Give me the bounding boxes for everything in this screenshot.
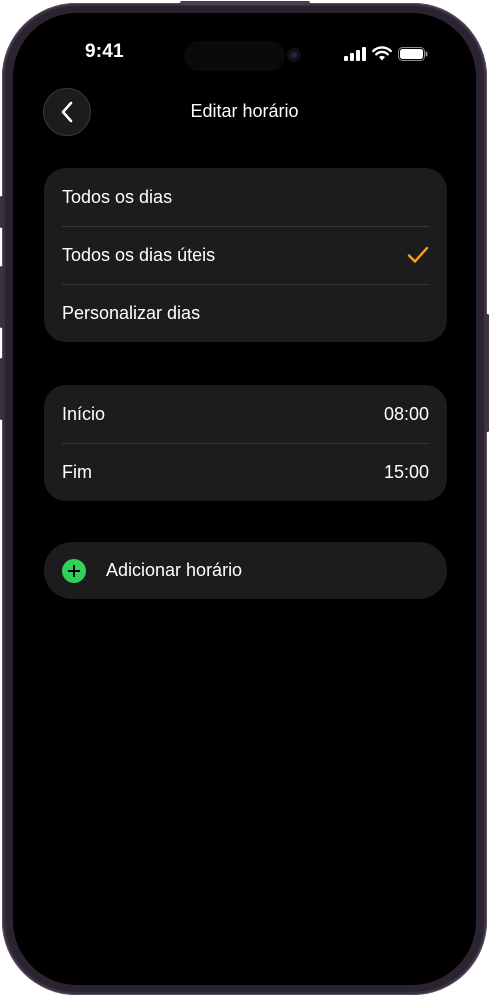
end-time-value[interactable]: 15:00 bbox=[384, 462, 429, 483]
battery-icon bbox=[398, 46, 428, 61]
schedule-group: Início 08:00 Fim 15:00 bbox=[44, 385, 447, 501]
option-weekdays[interactable]: Todos os dias úteis bbox=[44, 226, 447, 284]
end-time-row[interactable]: Fim 15:00 bbox=[44, 443, 447, 501]
volume-up-button bbox=[0, 266, 3, 328]
option-label: Personalizar dias bbox=[62, 302, 201, 323]
wifi-icon bbox=[372, 46, 392, 61]
checkmark-icon bbox=[407, 246, 429, 263]
start-time-value[interactable]: 08:00 bbox=[384, 404, 429, 425]
end-label: Fim bbox=[62, 461, 92, 482]
plus-circle-icon bbox=[62, 558, 86, 583]
front-camera-icon bbox=[287, 48, 301, 62]
volume-down-button bbox=[0, 358, 3, 420]
start-time-row[interactable]: Início 08:00 bbox=[44, 385, 447, 443]
option-every-day[interactable]: Todos os dias bbox=[44, 168, 447, 226]
status-time: 9:41 bbox=[85, 41, 124, 62]
option-label: Todos os dias úteis bbox=[62, 244, 216, 265]
screen: 9:41 Editar horário Todos os dias Todos … bbox=[13, 13, 476, 985]
dynamic-island bbox=[184, 41, 285, 71]
add-schedule-button[interactable]: Adicionar horário bbox=[44, 542, 447, 599]
page-title: Editar horário bbox=[190, 101, 299, 121]
cellular-signal-icon bbox=[344, 46, 366, 61]
status-icons bbox=[344, 46, 428, 61]
add-schedule-label: Adicionar horário bbox=[106, 560, 243, 580]
action-button bbox=[0, 196, 3, 228]
option-label: Todos os dias bbox=[62, 186, 173, 207]
repeat-options-group: Todos os dias Todos os dias úteis Person… bbox=[44, 168, 447, 342]
top-frame-highlight bbox=[180, 1, 310, 5]
start-label: Início bbox=[62, 403, 106, 424]
option-custom-days[interactable]: Personalizar dias bbox=[44, 284, 447, 342]
